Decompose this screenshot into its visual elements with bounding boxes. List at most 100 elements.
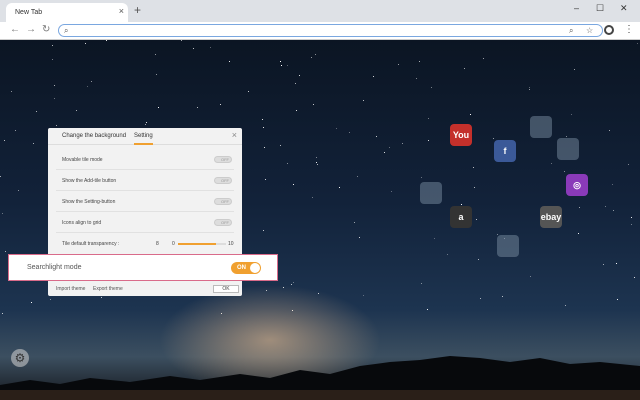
- star: [317, 164, 318, 165]
- ok-button[interactable]: OK: [213, 285, 239, 293]
- star: [145, 124, 146, 125]
- star: [565, 305, 566, 306]
- searchlight-row: Searchlight mode ON: [8, 254, 278, 281]
- star: [296, 110, 297, 111]
- youtube-tile[interactable]: You: [450, 124, 472, 146]
- forward-button[interactable]: →: [26, 24, 36, 36]
- maximize-button[interactable]: ☐: [596, 3, 604, 13]
- toggle-knob: [250, 263, 260, 273]
- zoom-icon[interactable]: ⌕: [569, 26, 573, 36]
- tab-setting[interactable]: Setting: [134, 133, 153, 145]
- star: [447, 254, 448, 255]
- star: [87, 86, 88, 87]
- star: [605, 206, 606, 207]
- back-button[interactable]: ←: [10, 24, 20, 36]
- browser-toolbar: ← → ↻ ⌕ ⌕ ☆ ⋮: [0, 22, 640, 40]
- star: [391, 191, 392, 192]
- close-icon[interactable]: ×: [119, 7, 124, 16]
- close-window-button[interactable]: ✕: [620, 3, 628, 13]
- star: [229, 61, 230, 62]
- transparency-slider[interactable]: [178, 243, 226, 245]
- star: [193, 48, 194, 49]
- star: [419, 61, 420, 62]
- tab-title: New Tab: [15, 9, 42, 16]
- setting-label: Show the Setting-button: [62, 199, 115, 205]
- star: [354, 222, 355, 223]
- star: [295, 83, 296, 84]
- star: [287, 163, 288, 164]
- amazon-tile[interactable]: a: [450, 206, 472, 228]
- bookmark-star-icon[interactable]: ☆: [586, 26, 593, 36]
- star: [54, 98, 55, 99]
- tab-strip: New Tab × + – ☐ ✕: [0, 0, 640, 22]
- star: [52, 59, 53, 60]
- menu-icon[interactable]: ⋮: [624, 24, 634, 36]
- setting-row-add-tile: Show the Add-tile button OFF: [56, 171, 234, 191]
- star: [281, 65, 282, 66]
- export-theme-link[interactable]: Export theme: [93, 286, 123, 292]
- grid-toggle[interactable]: OFF: [214, 219, 232, 226]
- shortcut-tile[interactable]: [530, 116, 552, 138]
- star: [421, 283, 422, 284]
- shortcut-tile[interactable]: [420, 182, 442, 204]
- star: [470, 114, 471, 115]
- star: [36, 111, 37, 112]
- star: [502, 296, 503, 297]
- transparency-value: 8: [156, 241, 159, 247]
- star: [0, 176, 1, 177]
- setting-row-grid: Icons align to grid OFF: [56, 213, 234, 233]
- star: [263, 230, 264, 231]
- slider-min-label: 0: [172, 241, 175, 247]
- setting-button-toggle[interactable]: OFF: [214, 198, 232, 205]
- profile-icon[interactable]: [604, 25, 614, 35]
- search-icon: ⌕: [64, 26, 68, 36]
- star: [349, 132, 350, 133]
- tab-change-background[interactable]: Change the background: [62, 133, 126, 139]
- star: [2, 213, 3, 214]
- address-bar[interactable]: ⌕ ⌕ ☆: [58, 24, 603, 37]
- searchlight-toggle[interactable]: ON: [231, 262, 261, 274]
- setting-row-transparency: Tile default transparency : 8 0 10: [56, 234, 234, 254]
- star: [529, 87, 530, 88]
- star: [480, 298, 481, 299]
- star: [616, 263, 617, 264]
- star: [50, 299, 51, 300]
- setting-label: Tile default transparency :: [62, 241, 119, 247]
- star: [316, 162, 317, 163]
- star: [376, 136, 377, 137]
- minimize-button[interactable]: –: [574, 3, 579, 13]
- movable-toggle[interactable]: OFF: [214, 156, 232, 163]
- star: [339, 187, 340, 188]
- ebay-tile[interactable]: ebay: [540, 206, 562, 228]
- star: [18, 190, 19, 191]
- star: [85, 43, 86, 44]
- add-tile-toggle[interactable]: OFF: [214, 177, 232, 184]
- shortcut-tile[interactable]: [497, 235, 519, 257]
- star: [493, 138, 494, 139]
- star: [91, 81, 92, 82]
- facebook-tile[interactable]: f: [494, 140, 516, 162]
- star: [359, 237, 360, 238]
- star: [316, 157, 317, 158]
- star: [464, 68, 465, 69]
- setting-row-movable: Movable tile mode OFF: [56, 150, 234, 170]
- import-theme-link[interactable]: Import theme: [56, 286, 85, 292]
- star: [357, 176, 358, 177]
- shortcut-tile[interactable]: [557, 138, 579, 160]
- star: [220, 104, 221, 105]
- close-icon[interactable]: ×: [232, 131, 237, 140]
- tab-new-tab[interactable]: New Tab ×: [6, 3, 128, 22]
- star: [15, 130, 16, 131]
- new-tab-button[interactable]: +: [134, 4, 141, 16]
- star: [293, 184, 294, 185]
- instagram-tile[interactable]: ◎: [566, 174, 588, 196]
- star: [52, 45, 53, 46]
- star: [156, 74, 157, 75]
- setting-label: Icons align to grid: [62, 220, 101, 226]
- star: [265, 179, 266, 180]
- reload-button[interactable]: ↻: [42, 24, 50, 36]
- star: [431, 87, 432, 88]
- gear-icon[interactable]: ⚙: [11, 349, 29, 367]
- star: [389, 147, 390, 148]
- star: [476, 219, 477, 220]
